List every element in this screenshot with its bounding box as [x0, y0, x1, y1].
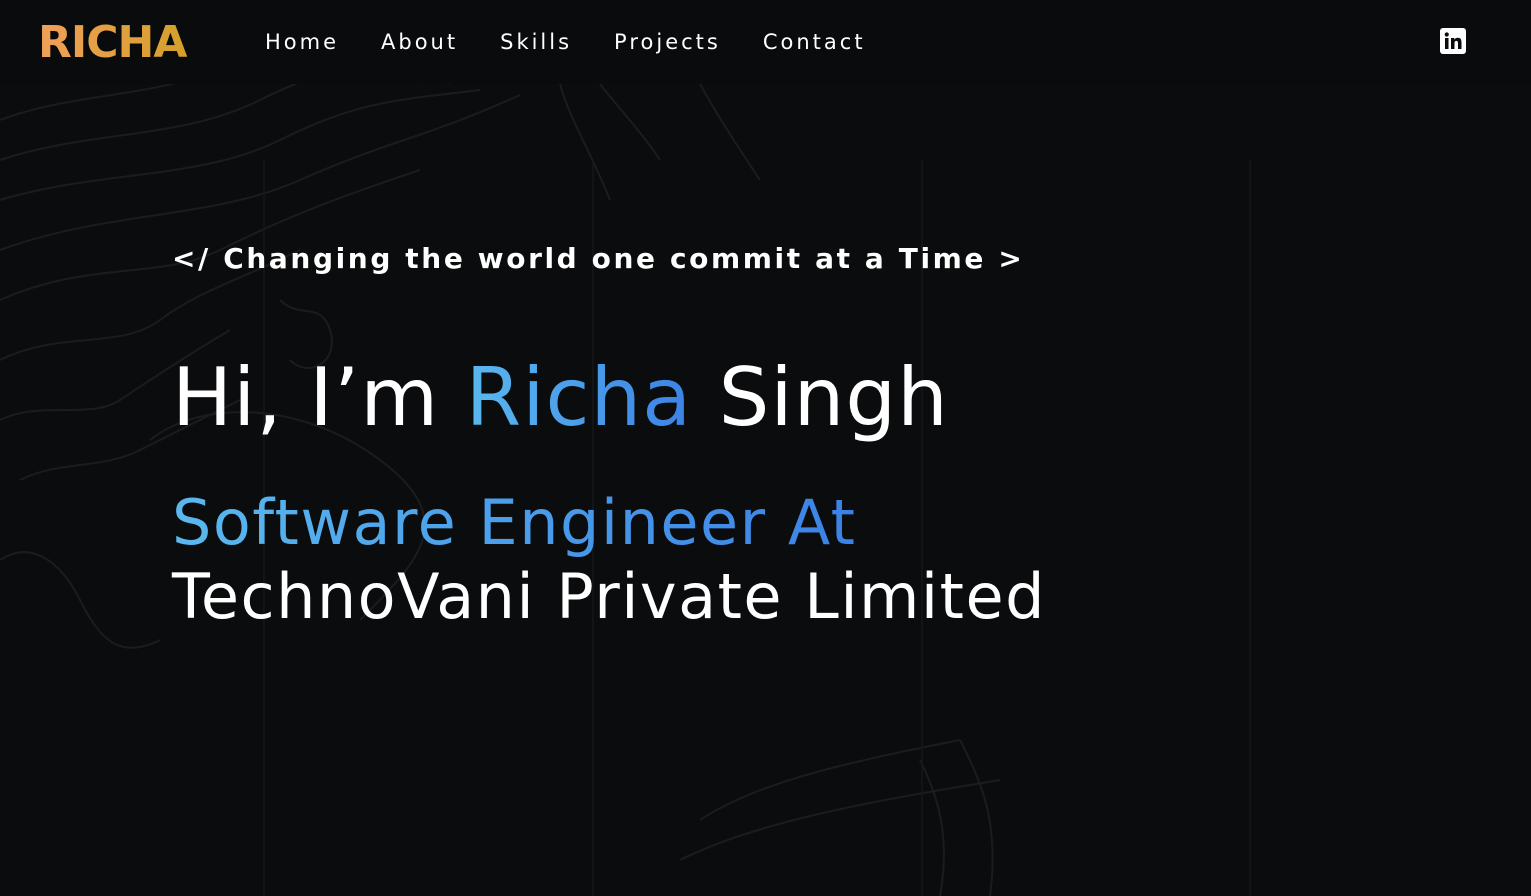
greeting-text: Hi, I’m — [172, 351, 440, 444]
main-nav: Home About Skills Projects Contact — [265, 28, 908, 56]
site-header: RICHA Home About Skills Projects Contact — [0, 0, 1531, 84]
last-name: Singh — [718, 351, 949, 444]
nav-about-link[interactable]: About — [381, 28, 458, 56]
background-pattern — [0, 31, 1251, 896]
nav-skills-link[interactable]: Skills — [500, 28, 572, 56]
logo[interactable]: RICHA — [38, 18, 202, 62]
job-title: Software Engineer At — [172, 486, 857, 559]
hero-headline: Hi, I’m Richa Singh — [172, 348, 949, 448]
nav-projects-link[interactable]: Projects — [614, 28, 721, 56]
nav-home-link[interactable]: Home — [265, 28, 339, 56]
tagline: </ Changing the world one commit at a Ti… — [172, 242, 1025, 275]
linkedin-icon[interactable] — [1440, 28, 1466, 54]
logo-text: RICHA — [38, 18, 187, 62]
nav-contact-link[interactable]: Contact — [763, 28, 866, 56]
first-name: Richa — [465, 351, 693, 444]
company-name: TechnoVani Private Limited — [172, 560, 1046, 633]
